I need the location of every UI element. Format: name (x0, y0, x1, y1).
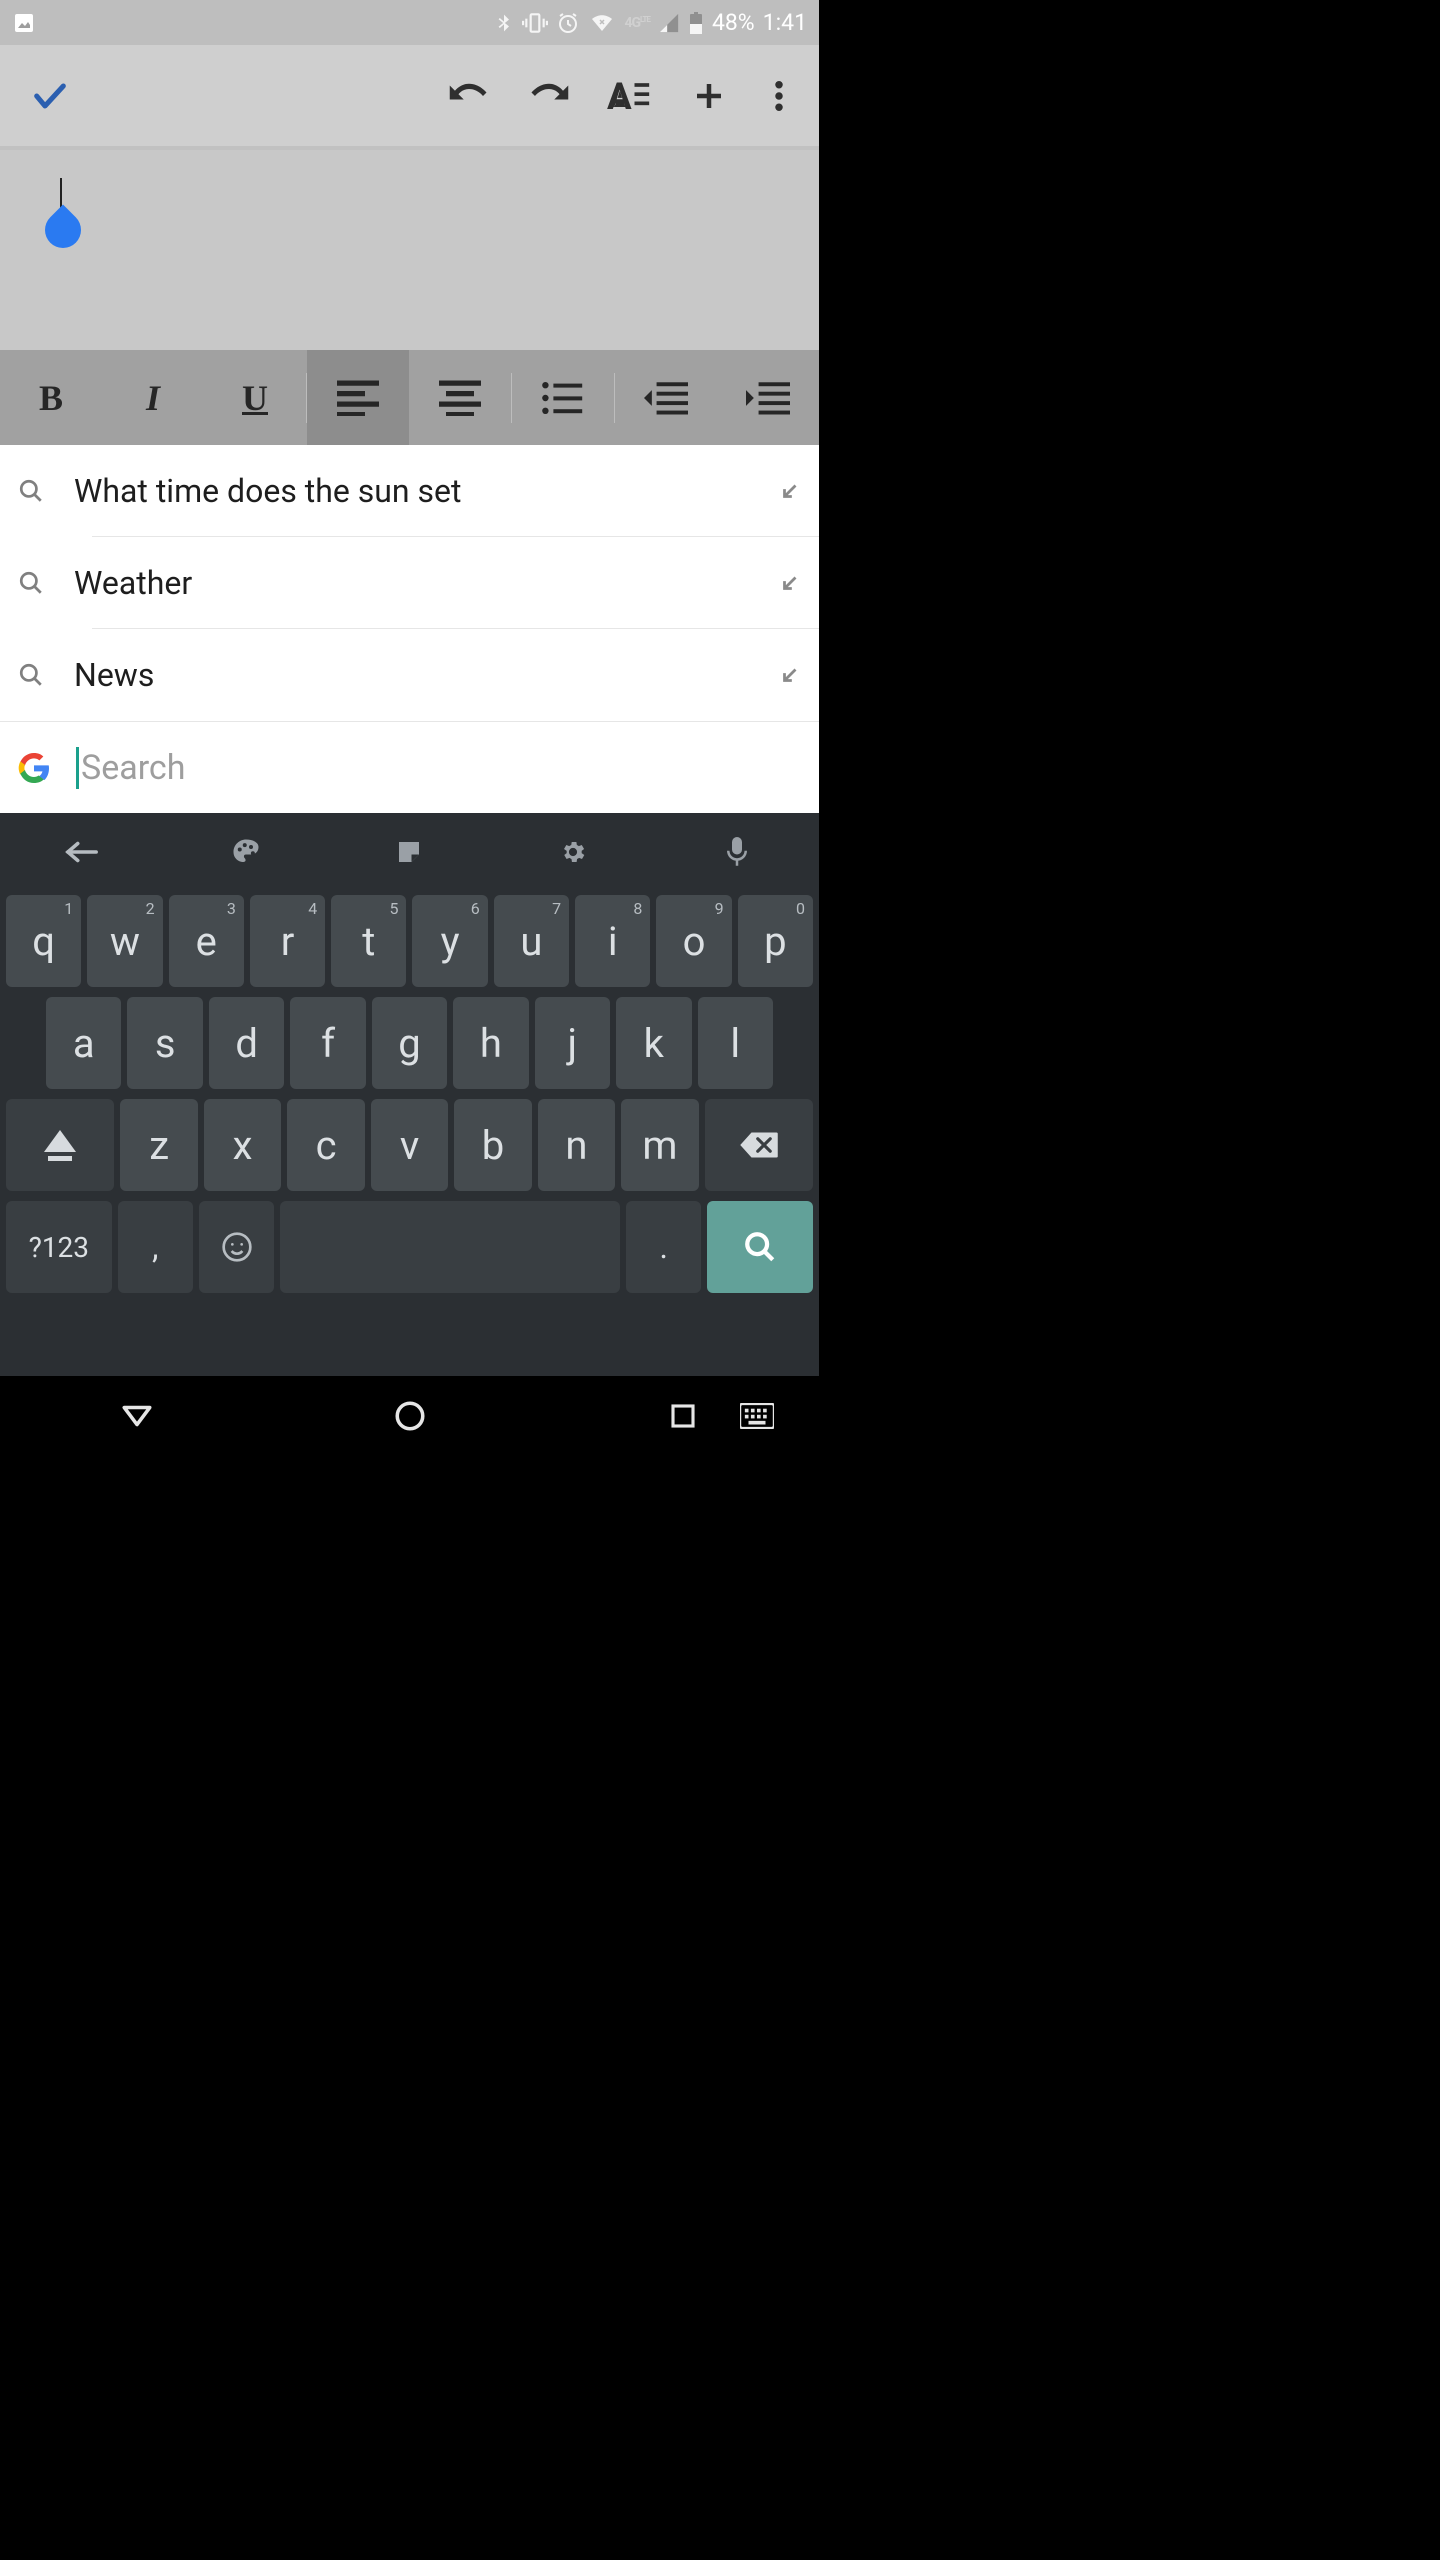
space-key[interactable] (280, 1201, 619, 1293)
more-button[interactable] (749, 56, 809, 136)
keyboard-back-button[interactable] (52, 840, 112, 864)
suggestion-item[interactable]: What time does the sun set (0, 445, 819, 537)
suggestion-text: News (74, 656, 779, 694)
document-area[interactable] (0, 150, 819, 350)
key-a[interactable]: a (46, 997, 121, 1089)
network-4g-icon: 4GLTE (624, 15, 649, 31)
italic-button[interactable]: I (102, 350, 204, 445)
insert-suggestion-icon[interactable] (779, 480, 801, 502)
system-navbar (0, 1376, 819, 1456)
insert-suggestion-icon[interactable] (779, 572, 801, 594)
format-bar: B I U (0, 350, 819, 445)
insert-suggestion-icon[interactable] (779, 664, 801, 686)
key-n[interactable]: n (538, 1099, 615, 1191)
google-logo-icon (18, 752, 50, 784)
search-icon (18, 478, 44, 504)
key-b[interactable]: b (454, 1099, 531, 1191)
status-time: 1:41 (763, 9, 807, 36)
key-t[interactable]: t5 (331, 895, 406, 987)
key-r[interactable]: r4 (250, 895, 325, 987)
key-h[interactable]: h (453, 997, 528, 1089)
home-button[interactable] (380, 1386, 440, 1446)
redo-button[interactable] (509, 56, 589, 136)
outdent-button[interactable] (615, 350, 717, 445)
undo-button[interactable] (429, 56, 509, 136)
backspace-key[interactable] (705, 1099, 813, 1191)
indent-button[interactable] (717, 350, 819, 445)
key-f[interactable]: f (290, 997, 365, 1089)
key-l[interactable]: l (698, 997, 773, 1089)
key-u[interactable]: u7 (494, 895, 569, 987)
bold-button[interactable]: B (0, 350, 102, 445)
keyboard-toolbar (0, 813, 819, 891)
wifi-icon (588, 11, 616, 35)
key-j[interactable]: j (535, 997, 610, 1089)
key-e[interactable]: e3 (169, 895, 244, 987)
symbols-key[interactable]: ?123 (6, 1201, 112, 1293)
text-cursor-handle[interactable] (45, 178, 81, 248)
comma-key[interactable]: , (118, 1201, 193, 1293)
emoji-key[interactable] (199, 1201, 274, 1293)
keyboard-switch-button[interactable] (727, 1386, 787, 1446)
bullet-list-button[interactable] (512, 350, 614, 445)
key-x[interactable]: x (204, 1099, 281, 1191)
align-left-button[interactable] (307, 350, 409, 445)
back-button[interactable] (107, 1386, 167, 1446)
keyboard: q1w2e3r4t5y6u7i8o9p0 asdfghjkl zxcvbnm ?… (0, 813, 819, 1376)
app-toolbar: A (0, 45, 819, 150)
status-bar: 4GLTE 48% 1:41 (0, 0, 819, 45)
search-enter-key[interactable] (707, 1201, 813, 1293)
battery-icon (688, 11, 704, 35)
key-k[interactable]: k (616, 997, 691, 1089)
underline-button[interactable]: U (204, 350, 306, 445)
period-key[interactable]: . (626, 1201, 701, 1293)
key-w[interactable]: w2 (87, 895, 162, 987)
recents-button[interactable] (653, 1386, 713, 1446)
confirm-button[interactable] (10, 56, 90, 136)
align-center-button[interactable] (409, 350, 511, 445)
key-g[interactable]: g (372, 997, 447, 1089)
battery-percent: 48% (712, 9, 755, 36)
key-d[interactable]: d (209, 997, 284, 1089)
key-c[interactable]: c (287, 1099, 364, 1191)
key-p[interactable]: p0 (738, 895, 813, 987)
bluetooth-icon (494, 10, 514, 36)
signal-icon (658, 12, 680, 34)
search-input[interactable]: Search (76, 747, 801, 789)
key-s[interactable]: s (127, 997, 202, 1089)
mic-icon[interactable] (707, 837, 767, 867)
search-bar[interactable]: Search (0, 721, 819, 813)
suggestion-item[interactable]: News (0, 629, 819, 721)
text-format-button[interactable]: A (589, 56, 669, 136)
text-caret (76, 747, 79, 789)
key-v[interactable]: v (371, 1099, 448, 1191)
sticker-icon[interactable] (379, 837, 439, 867)
vibrate-icon (522, 10, 548, 36)
key-y[interactable]: y6 (412, 895, 487, 987)
image-icon (12, 11, 36, 35)
key-q[interactable]: q1 (6, 895, 81, 987)
key-z[interactable]: z (120, 1099, 197, 1191)
search-icon (18, 570, 44, 596)
suggestion-text: Weather (74, 564, 779, 602)
search-suggestions: What time does the sun set Weather News (0, 445, 819, 721)
key-i[interactable]: i8 (575, 895, 650, 987)
suggestion-item[interactable]: Weather (0, 537, 819, 629)
theme-icon[interactable] (216, 837, 276, 867)
svg-text:A: A (607, 74, 632, 117)
shift-key[interactable] (6, 1099, 114, 1191)
search-icon (18, 662, 44, 688)
key-m[interactable]: m (621, 1099, 698, 1191)
alarm-icon (556, 11, 580, 35)
settings-icon[interactable] (543, 838, 603, 866)
search-placeholder: Search (81, 748, 185, 788)
add-button[interactable] (669, 56, 749, 136)
suggestion-text: What time does the sun set (74, 472, 779, 510)
key-o[interactable]: o9 (656, 895, 731, 987)
